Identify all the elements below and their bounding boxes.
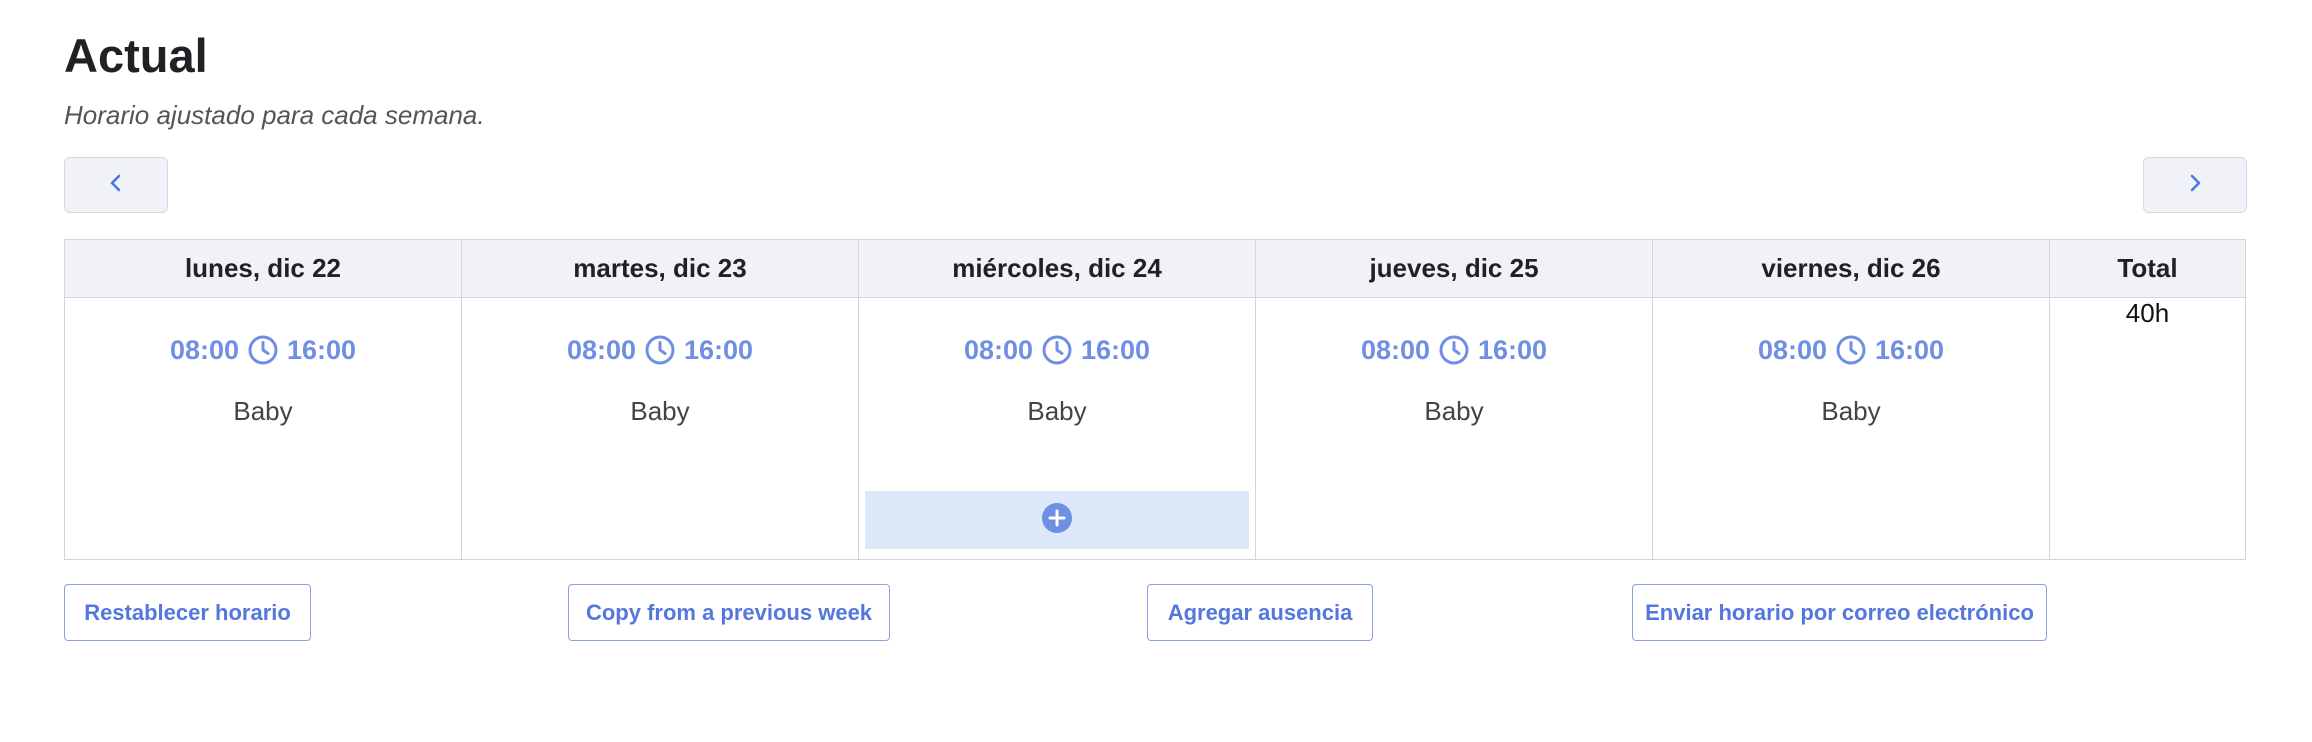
schedule-header-row: lunes, dic 22 martes, dic 23 miércoles, … bbox=[64, 239, 2246, 298]
schedule-table: lunes, dic 22 martes, dic 23 miércoles, … bbox=[64, 239, 2246, 560]
shift-time[interactable]: 08:00 16:00 bbox=[65, 334, 461, 366]
day-header-friday: viernes, dic 26 bbox=[1652, 239, 2050, 298]
shift-end: 16:00 bbox=[287, 334, 357, 365]
plus-circle-icon bbox=[1041, 502, 1073, 539]
chevron-right-icon bbox=[2185, 173, 2205, 198]
day-header-wednesday: miércoles, dic 24 bbox=[858, 239, 1256, 298]
shift-person: Baby bbox=[1821, 396, 1881, 426]
shift-person: Baby bbox=[1424, 396, 1484, 426]
clock-icon bbox=[1438, 334, 1470, 366]
shift-start: 08:00 bbox=[963, 334, 1033, 365]
shift-person: Baby bbox=[1027, 396, 1087, 426]
day-header-monday: lunes, dic 22 bbox=[64, 239, 462, 298]
shift-start: 08:00 bbox=[1757, 334, 1827, 365]
shift-time[interactable]: 08:00 16:00 bbox=[462, 334, 858, 366]
shift-start: 08:00 bbox=[1360, 334, 1430, 365]
day-header-tuesday: martes, dic 23 bbox=[461, 239, 859, 298]
day-cell-friday[interactable]: 08:00 16:00 Baby bbox=[1652, 297, 2050, 560]
add-absence-button[interactable]: Agregar ausencia bbox=[1147, 584, 1373, 641]
chevron-left-icon bbox=[106, 173, 126, 198]
day-cell-thursday[interactable]: 08:00 16:00 Baby bbox=[1255, 297, 1653, 560]
clock-icon bbox=[247, 334, 279, 366]
total-header: Total bbox=[2049, 239, 2246, 298]
clock-icon bbox=[1041, 334, 1073, 366]
add-shift-button[interactable] bbox=[865, 491, 1249, 549]
shift-time[interactable]: 08:00 16:00 bbox=[1653, 334, 2049, 366]
schedule-row: 08:00 16:00 Baby 08:00 16:00 Baby 08:00 bbox=[64, 297, 2246, 560]
copy-previous-week-button[interactable]: Copy from a previous week bbox=[568, 584, 890, 641]
shift-person: Baby bbox=[630, 396, 690, 426]
day-cell-tuesday[interactable]: 08:00 16:00 Baby bbox=[461, 297, 859, 560]
shift-end: 16:00 bbox=[1081, 334, 1151, 365]
total-hours: 40h bbox=[2049, 297, 2246, 560]
email-schedule-button[interactable]: Enviar horario por correo electrónico bbox=[1632, 584, 2047, 641]
shift-time[interactable]: 08:00 16:00 bbox=[1256, 334, 1652, 366]
shift-person: Baby bbox=[233, 396, 293, 426]
page-title: Actual bbox=[64, 29, 208, 82]
clock-icon bbox=[644, 334, 676, 366]
day-cell-wednesday[interactable]: 08:00 16:00 Baby bbox=[858, 297, 1256, 560]
shift-start: 08:00 bbox=[566, 334, 636, 365]
shift-start: 08:00 bbox=[169, 334, 239, 365]
reset-schedule-button[interactable]: Restablecer horario bbox=[64, 584, 311, 641]
shift-end: 16:00 bbox=[1478, 334, 1548, 365]
previous-week-button[interactable] bbox=[64, 157, 168, 213]
shift-end: 16:00 bbox=[1875, 334, 1945, 365]
shift-time[interactable]: 08:00 16:00 bbox=[859, 334, 1255, 366]
day-header-thursday: jueves, dic 25 bbox=[1255, 239, 1653, 298]
shift-end: 16:00 bbox=[684, 334, 754, 365]
day-cell-monday[interactable]: 08:00 16:00 Baby bbox=[64, 297, 462, 560]
clock-icon bbox=[1835, 334, 1867, 366]
next-week-button[interactable] bbox=[2143, 157, 2247, 213]
page-subtitle: Horario ajustado para cada semana. bbox=[64, 100, 485, 130]
